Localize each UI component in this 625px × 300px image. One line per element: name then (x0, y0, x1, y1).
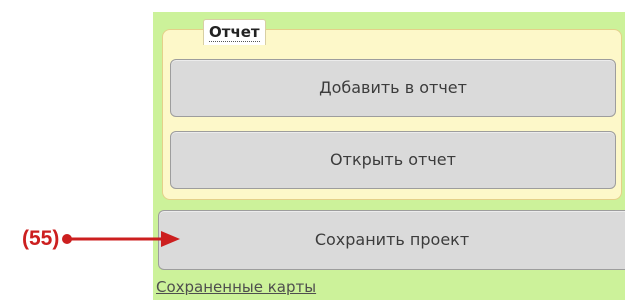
callout-arrowhead (161, 231, 180, 247)
report-legend: Отчет (203, 19, 266, 45)
open-report-button[interactable]: Открыть отчет (170, 131, 616, 189)
callout-arrow-icon (62, 231, 180, 247)
screenshot-stage: Отчет Добавить в отчет Открыть отчет Сох… (0, 0, 625, 300)
add-to-report-button[interactable]: Добавить в отчет (170, 59, 616, 117)
report-legend-label: Отчет (209, 23, 260, 42)
callout-number-label: (55) (22, 227, 60, 250)
save-project-button[interactable]: Сохранить проект (158, 210, 625, 270)
saved-maps-link[interactable]: Сохраненные карты (156, 278, 316, 296)
